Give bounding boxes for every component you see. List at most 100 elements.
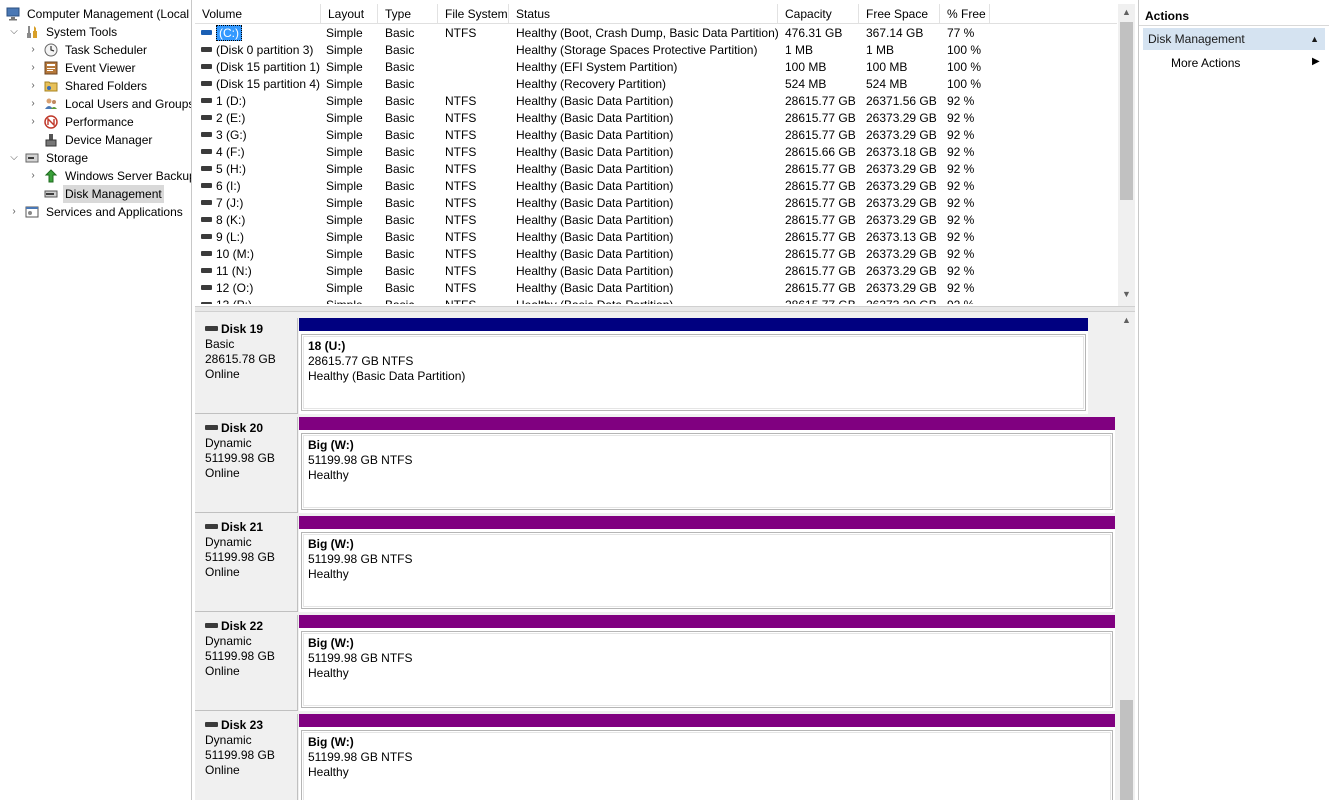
volume-name: 2 (E:): [216, 111, 246, 125]
chevron-right-icon[interactable]: ›: [28, 95, 38, 113]
capacity-cell: 100 MB: [785, 60, 827, 74]
column-header-status[interactable]: Status: [509, 4, 778, 23]
collapse-up-icon[interactable]: ▲: [1310, 28, 1319, 50]
scrollbar-thumb[interactable]: [1120, 700, 1133, 800]
volume-row[interactable]: 5 (H:) Simple Basic NTFS Healthy (Basic Data…: [195, 161, 1117, 178]
column-header-layout[interactable]: Layout: [321, 4, 378, 23]
volume-list-scrollbar[interactable]: ▲ ▼: [1118, 4, 1135, 306]
submenu-arrow-icon[interactable]: ▶: [1312, 56, 1320, 67]
column-header-type[interactable]: Type: [378, 4, 438, 23]
volume-icon: [201, 217, 212, 223]
column-header-capacity[interactable]: Capacity: [778, 4, 859, 23]
capacity-cell: 28615.77 GB: [785, 196, 856, 210]
volume-row[interactable]: 8 (K:) Simple Basic NTFS Healthy (Basic Data…: [195, 212, 1117, 229]
disk-info[interactable]: Disk 22 Dynamic 51199.98 GB Online: [195, 615, 298, 711]
capacity-cell: 28615.77 GB: [785, 128, 856, 142]
volume-row[interactable]: 4 (F:) Simple Basic NTFS Healthy (Basic Data…: [195, 144, 1117, 161]
volume-row[interactable]: 13 (P:) Simple Basic NTFS Healthy (Basic Dat…: [195, 297, 1117, 304]
volume-row[interactable]: 11 (N:) Simple Basic NTFS Healthy (Basic Dat…: [195, 263, 1117, 280]
actions-section-disk-management[interactable]: Disk Management ▲: [1143, 28, 1325, 50]
volume-row[interactable]: 7 (J:) Simple Basic NTFS Healthy (Basic Data…: [195, 195, 1117, 212]
volume-name: 10 (M:): [216, 247, 255, 261]
free-space-cell: 26373.29 GB: [866, 128, 937, 142]
free-space-cell: 26373.29 GB: [866, 247, 937, 261]
volume-row[interactable]: 2 (E:) Simple Basic NTFS Healthy (Basic Data…: [195, 110, 1117, 127]
column-header-volume[interactable]: Volume: [195, 4, 321, 23]
partition[interactable]: Big (W:) 51199.98 GB NTFS Healthy: [299, 516, 1115, 612]
chevron-right-icon[interactable]: ›: [28, 113, 38, 131]
free-space-cell: 26373.29 GB: [866, 162, 937, 176]
volume-row[interactable]: (Disk 15 partition 4) Simple Basic Healthy …: [195, 76, 1117, 93]
disk-info[interactable]: Disk 21 Dynamic 51199.98 GB Online: [195, 516, 298, 612]
volume-name-cell: 3 (G:): [201, 127, 247, 144]
volume-name: 13 (P:): [216, 298, 252, 304]
type-cell: Basic: [385, 213, 415, 227]
type-cell: Basic: [385, 26, 415, 40]
status-cell: Healthy (Basic Data Partition): [516, 213, 674, 227]
file-system-cell: NTFS: [445, 145, 477, 159]
tree-label: Event Viewer: [65, 61, 136, 75]
layout-cell: Simple: [326, 281, 363, 295]
more-actions-item[interactable]: More Actions: [1171, 54, 1240, 72]
volume-row[interactable]: (Disk 0 partition 3) Simple Basic Healthy (…: [195, 42, 1117, 59]
partition[interactable]: Big (W:) 51199.98 GB NTFS Healthy: [299, 615, 1115, 711]
volume-row[interactable]: (C:) Simple Basic NTFS Healthy (Boot, Crash …: [195, 25, 1117, 42]
status-cell: Healthy (Basic Data Partition): [516, 281, 674, 295]
file-system-cell: NTFS: [445, 281, 477, 295]
volume-row[interactable]: 10 (M:) Simple Basic NTFS Healthy (Basic Dat…: [195, 246, 1117, 263]
computer-management-icon: [6, 7, 20, 21]
status-cell: Healthy (Storage Spaces Protective Parti…: [516, 43, 758, 57]
disk-info[interactable]: Disk 19 Basic 28615.78 GB Online: [195, 318, 298, 414]
scroll-down-icon[interactable]: ▼: [1118, 286, 1135, 303]
disk-info[interactable]: Disk 23 Dynamic 51199.98 GB Online: [195, 714, 298, 800]
layout-cell: Simple: [326, 264, 363, 278]
layout-cell: Simple: [326, 196, 363, 210]
chevron-right-icon[interactable]: ›: [28, 59, 38, 77]
volume-name: (Disk 15 partition 1): [216, 60, 321, 74]
capacity-cell: 28615.77 GB: [785, 281, 856, 295]
capacity-cell: 28615.77 GB: [785, 247, 856, 261]
scroll-up-icon[interactable]: ▲: [1118, 312, 1135, 329]
percent-free-cell: 92 %: [947, 179, 975, 193]
capacity-cell: 524 MB: [785, 77, 827, 91]
status-cell: Healthy (Basic Data Partition): [516, 145, 674, 159]
chevron-right-icon[interactable]: ›: [28, 41, 38, 59]
actions-title: Actions: [1139, 6, 1329, 26]
volume-row[interactable]: 1 (D:) Simple Basic NTFS Healthy (Basic Data…: [195, 93, 1117, 110]
volume-list-header: Volume Layout Type File System Status Ca…: [195, 4, 1117, 24]
column-header-percent-free[interactable]: % Free: [940, 4, 990, 23]
volume-row[interactable]: (Disk 15 partition 1) Simple Basic Healthy …: [195, 59, 1117, 76]
file-system-cell: NTFS: [445, 297, 476, 304]
type-cell: Basic: [385, 247, 415, 261]
column-header-file-system[interactable]: File System: [438, 4, 509, 23]
chevron-right-icon[interactable]: ›: [9, 203, 19, 221]
scrollbar-thumb[interactable]: [1120, 22, 1133, 200]
status-cell: Healthy (Basic Data Partition): [516, 297, 673, 304]
volume-name-cell: (Disk 15 partition 4): [201, 76, 320, 93]
partition-status: Healthy: [308, 666, 349, 680]
partition-box: Big (W:) 51199.98 GB NTFS Healthy: [301, 532, 1113, 609]
volume-name: (Disk 15 partition 4): [216, 77, 321, 91]
disk-map-scrollbar[interactable]: ▲: [1118, 312, 1135, 800]
partition-box: Big (W:) 51199.98 GB NTFS Healthy: [301, 433, 1113, 510]
chevron-down-icon[interactable]: ⌵: [9, 149, 19, 167]
scroll-up-icon[interactable]: ▲: [1118, 4, 1135, 21]
percent-free-cell: 92 %: [947, 264, 975, 278]
volume-icon: [201, 234, 212, 240]
layout-cell: Simple: [326, 77, 363, 91]
chevron-right-icon[interactable]: ›: [28, 77, 38, 95]
volume-name: 6 (I:): [216, 179, 241, 193]
volume-row[interactable]: 6 (I:) Simple Basic NTFS Healthy (Basic Data…: [195, 178, 1117, 195]
volume-row[interactable]: 9 (L:) Simple Basic NTFS Healthy (Basic Data…: [195, 229, 1117, 246]
partition[interactable]: Big (W:) 51199.98 GB NTFS Healthy: [299, 714, 1115, 800]
chevron-right-icon[interactable]: ›: [28, 167, 38, 185]
disk-info[interactable]: Disk 20 Dynamic 51199.98 GB Online: [195, 417, 298, 513]
partition[interactable]: Big (W:) 51199.98 GB NTFS Healthy: [299, 417, 1115, 513]
column-header-free-space[interactable]: Free Space: [859, 4, 940, 23]
volume-row[interactable]: 12 (O:) Simple Basic NTFS Healthy (Basic Dat…: [195, 280, 1117, 297]
type-cell: Basic: [385, 230, 415, 244]
volume-row[interactable]: 3 (G:) Simple Basic NTFS Healthy (Basic Data…: [195, 127, 1117, 144]
layout-cell: Simple: [326, 145, 363, 159]
partition[interactable]: 18 (U:) 28615.77 GB NTFS Healthy (Basic Da…: [299, 318, 1088, 414]
chevron-down-icon[interactable]: ⌵: [9, 23, 19, 41]
